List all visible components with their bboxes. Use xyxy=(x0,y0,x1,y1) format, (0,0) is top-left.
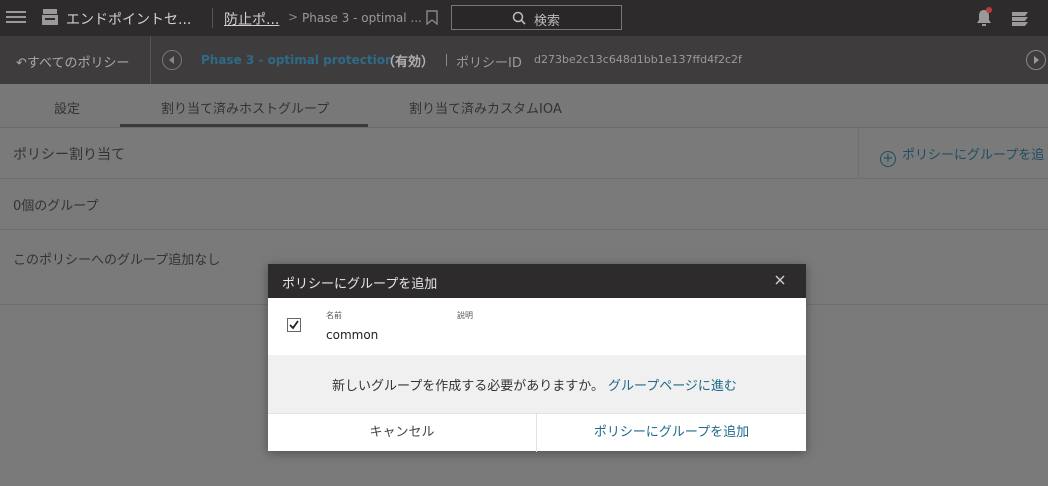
policy-tabs: 設定 割り当て済みホストグループ 割り当て済みカスタムIOA xyxy=(0,84,1048,128)
all-policies-back-link[interactable]: ↶すべてのポリシー xyxy=(16,52,129,71)
create-group-notice: 新しいグループを作成する必要がありますか。 グループページに進む xyxy=(268,355,806,413)
stack-icon[interactable] xyxy=(1010,8,1030,28)
alert-badge xyxy=(986,7,992,13)
prev-icon[interactable] xyxy=(162,50,182,70)
divider xyxy=(446,54,447,66)
section-title: ポリシー割り当て xyxy=(13,147,125,163)
group-count-row: 0個のグループ xyxy=(0,179,1048,230)
search-box[interactable]: 検索 xyxy=(451,5,622,30)
column-header-description: 説明 xyxy=(457,311,473,320)
close-icon[interactable] xyxy=(773,273,787,287)
back-label: すべてのポリシー xyxy=(26,56,130,71)
back-icon: ↶ xyxy=(16,56,27,71)
dialog-header: ポリシーにグループを追加 xyxy=(268,264,806,298)
policy-id: d273be2c13c648d1bb1e137ffd4f2c2f xyxy=(534,53,742,66)
policy-status: （有効） xyxy=(382,55,435,70)
add-group-button[interactable]: ポリシーにグループを追加 xyxy=(537,414,806,452)
next-icon[interactable] xyxy=(1026,50,1046,70)
add-group-label: ポリシーにグループを追 xyxy=(902,148,1045,163)
group-list: 名前 説明 common xyxy=(268,298,806,355)
dialog-footer: キャンセル ポリシーにグループを追加 xyxy=(268,413,806,452)
tab-assigned-host-groups[interactable]: 割り当て済みホストグループ xyxy=(161,98,329,117)
cancel-button[interactable]: キャンセル xyxy=(268,414,536,452)
dialog-title: ポリシーにグループを追加 xyxy=(282,277,438,292)
divider xyxy=(150,36,151,84)
add-group-link[interactable]: + ポリシーにグループを追 xyxy=(880,144,1044,167)
check-icon xyxy=(289,320,299,330)
breadcrumb-current-policy: Phase 3 - optimal ... xyxy=(302,11,422,25)
add-group-dialog: ポリシーにグループを追加 名前 説明 common 新しいグループを作成する必要… xyxy=(268,264,806,452)
bell-icon[interactable] xyxy=(974,7,994,28)
divider xyxy=(858,128,859,179)
group-checkbox[interactable] xyxy=(287,318,301,332)
notice-text: 新しいグループを作成する必要がありますか。 xyxy=(332,379,604,394)
policy-name: Phase 3 - optimal protection xyxy=(201,53,394,67)
tab-settings[interactable]: 設定 xyxy=(54,98,80,117)
app-title[interactable]: エンドポイントセ... xyxy=(66,9,191,29)
active-tab-indicator xyxy=(120,124,368,127)
policy-assignment-header: ポリシー割り当て + ポリシーにグループを追 xyxy=(0,128,1048,179)
group-name: common xyxy=(326,328,379,342)
group-count: 0個のグループ xyxy=(13,199,99,214)
plus-circle-icon: + xyxy=(880,151,896,167)
tab-assigned-custom-ioa[interactable]: 割り当て済みカスタムIOA xyxy=(409,98,562,117)
search-label: 検索 xyxy=(534,14,561,29)
notice-text-wrap: 新しいグループを作成する必要がありますか。 グループページに進む xyxy=(332,375,737,394)
policy-header-bar: ↶すべてのポリシー Phase 3 - optimal protection （… xyxy=(0,36,1048,84)
top-navigation-bar: エンドポイントセ... 防止ポ... > Phase 3 - optimal .… xyxy=(0,0,1048,36)
menu-icon[interactable] xyxy=(6,8,26,28)
column-header-name: 名前 xyxy=(326,311,342,320)
groups-page-link[interactable]: グループページに進む xyxy=(608,379,737,394)
search-icon xyxy=(512,11,526,25)
divider xyxy=(212,8,213,28)
empty-message: このポリシーへのグループ追加なし xyxy=(13,253,221,268)
chevron-right-icon: > xyxy=(288,10,299,24)
app-icon xyxy=(42,9,58,25)
policy-id-label: ポリシーID xyxy=(456,56,522,71)
bookmark-icon[interactable] xyxy=(426,10,438,25)
breadcrumb-prevention-policies[interactable]: 防止ポ... xyxy=(224,9,279,29)
